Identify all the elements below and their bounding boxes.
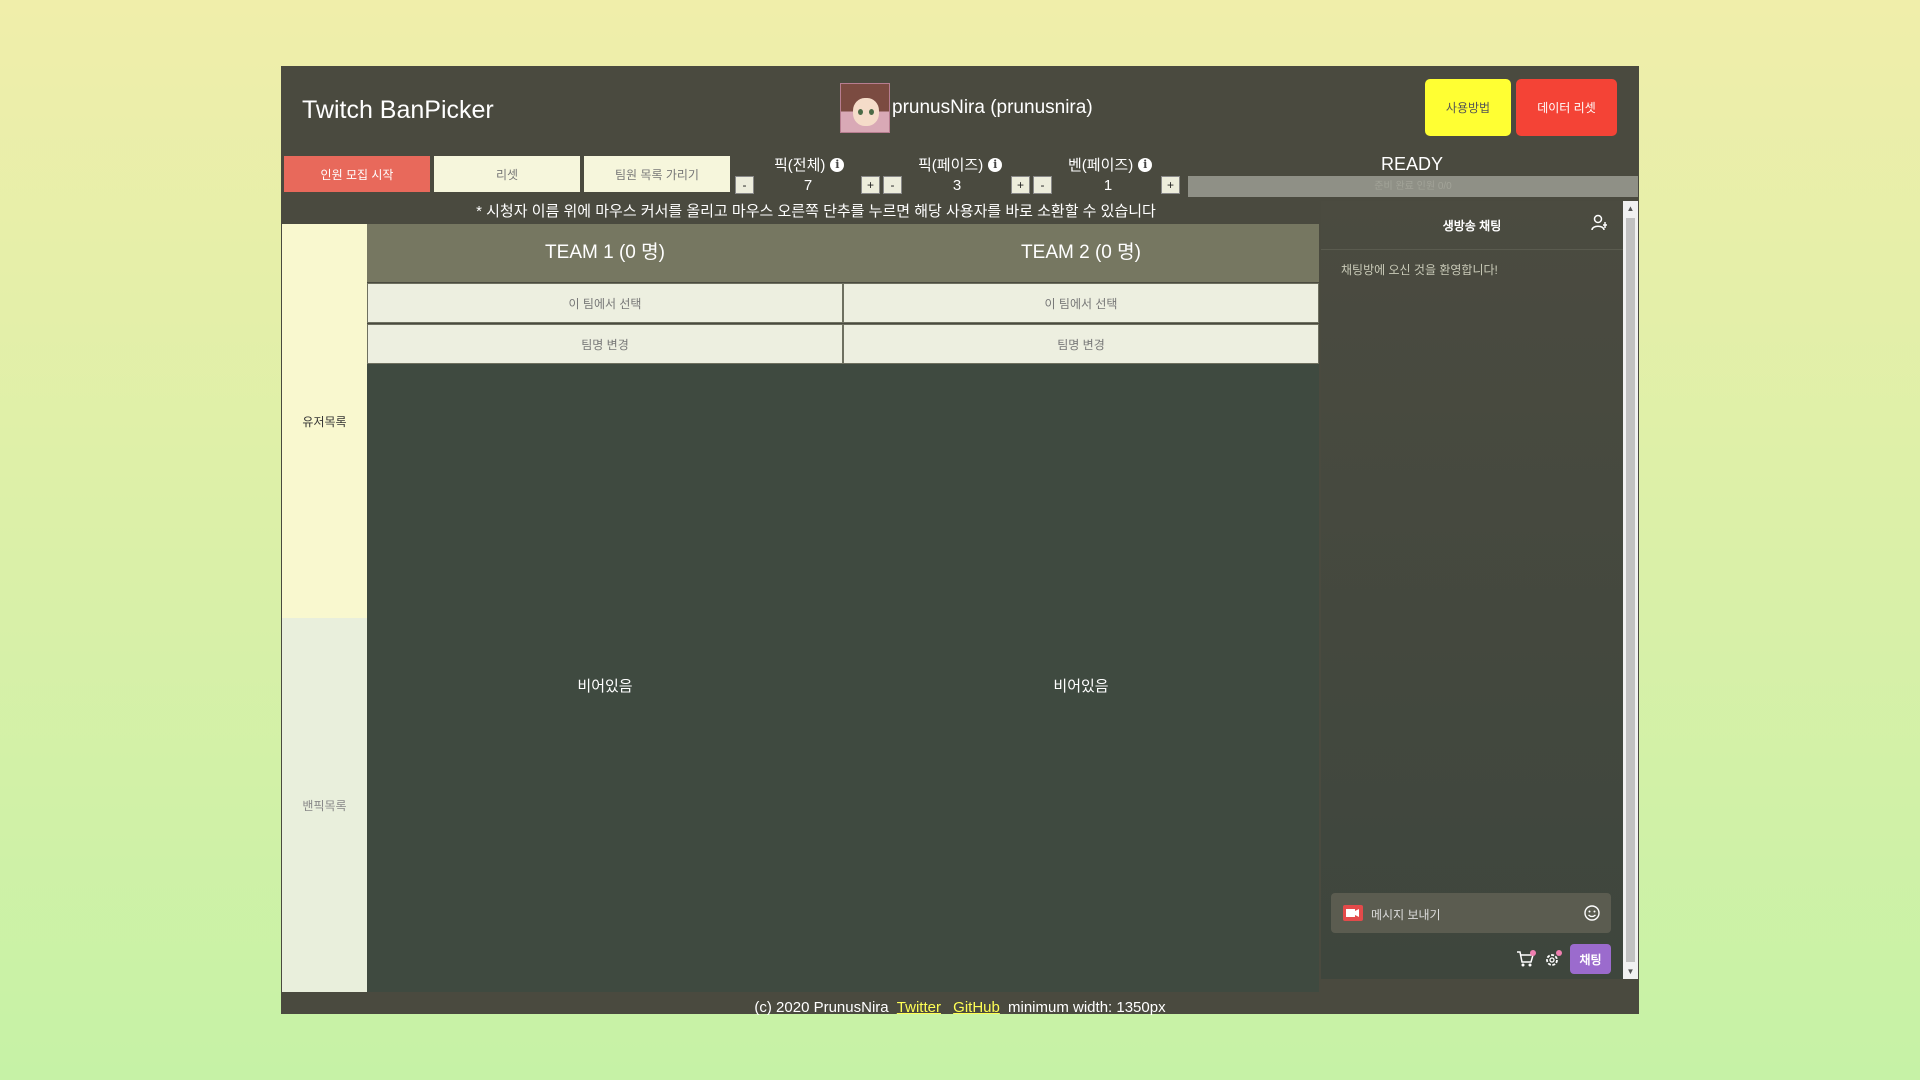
pick-total-value: 7: [803, 177, 813, 194]
help-button[interactable]: 사용방법: [1425, 79, 1511, 136]
team-1-empty-text: 비어있음: [577, 677, 633, 695]
chat-header: 생방송 채팅: [1321, 201, 1623, 250]
pick-phase-plus-button[interactable]: +: [1011, 176, 1030, 194]
emoji-icon[interactable]: [1583, 904, 1601, 927]
scroll-down-icon[interactable]: ▼: [1623, 964, 1638, 979]
chat-welcome-message: 채팅방에 오신 것을 환영합니다!: [1341, 263, 1498, 277]
pick-phase-minus-button[interactable]: -: [883, 176, 902, 194]
footer-copyright: (c) 2020 PrunusNira: [754, 999, 889, 1016]
ban-phase-label: 벤(페이즈) i: [1068, 154, 1153, 175]
avatar: [840, 83, 890, 133]
team-select-row: 이 팀에서 선택 이 팀에서 선택: [367, 283, 1319, 323]
ban-phase-minus-button[interactable]: -: [1033, 176, 1052, 194]
team-rename-row: 팀명 변경 팀명 변경: [367, 324, 1319, 364]
ready-progress-bar: 준비 완료 인원 0/0: [1188, 176, 1638, 197]
sidebar-user-list-label: 유저목록: [302, 414, 347, 429]
chat-panel: 생방송 채팅 채팅방에 오신 것을 환영합니다! 메시지 보내기 채팅: [1321, 201, 1623, 979]
info-icon[interactable]: i: [830, 157, 845, 172]
pick-phase-label: 픽(페이즈) i: [918, 154, 1003, 175]
chat-scrollbar[interactable]: ▲ ▼: [1623, 201, 1638, 979]
team-1-select-button[interactable]: 이 팀에서 선택: [367, 283, 843, 323]
team-2-title: TEAM 2 (0 명): [1021, 242, 1141, 263]
user-info: prunusNira (prunusnira): [840, 83, 1093, 133]
pick-total-plus-button[interactable]: +: [861, 176, 880, 194]
header: Twitch BanPicker prunusNira (prunusnira)…: [281, 66, 1639, 154]
chat-placeholder: 메시지 보내기: [1371, 908, 1441, 922]
video-camera-icon[interactable]: [1343, 905, 1363, 926]
app-title: Twitch BanPicker: [302, 96, 494, 124]
ready-label: READY: [1381, 154, 1444, 174]
teams-body: 비어있음 비어있음: [367, 364, 1319, 992]
teams-header: TEAM 1 (0 명) TEAM 2 (0 명): [367, 224, 1319, 282]
info-icon[interactable]: i: [1138, 157, 1153, 172]
team-1-title: TEAM 1 (0 명): [545, 242, 665, 263]
team-2-rename-button[interactable]: 팀명 변경: [843, 324, 1319, 364]
ban-phase-value: 1: [1103, 177, 1113, 194]
reset-data-button[interactable]: 데이터 리셋: [1516, 79, 1617, 136]
team-2-select-button[interactable]: 이 팀에서 선택: [843, 283, 1319, 323]
app-container: Twitch BanPicker prunusNira (prunusnira)…: [281, 66, 1639, 1016]
info-icon[interactable]: i: [988, 157, 1003, 172]
user-name: prunusNira (prunusnira): [892, 97, 1093, 118]
sidebar-user-list-tab[interactable]: 유저목록: [282, 224, 367, 618]
cart-icon[interactable]: [1516, 950, 1536, 973]
team-2-empty-text: 비어있음: [1053, 677, 1109, 695]
pick-phase-value: 3: [952, 177, 962, 194]
team-1-members: 비어있음: [367, 364, 843, 992]
start-recruit-button[interactable]: 인원 모집 시작: [284, 156, 430, 192]
team-2-members: 비어있음: [843, 364, 1319, 992]
footer-github-link[interactable]: GitHub: [953, 999, 1000, 1016]
gear-icon[interactable]: [1543, 950, 1563, 973]
users-icon[interactable]: [1591, 214, 1609, 237]
chat-title: 생방송 채팅: [1442, 219, 1502, 233]
scroll-up-icon[interactable]: ▲: [1623, 201, 1638, 216]
team-1-rename-button[interactable]: 팀명 변경: [367, 324, 843, 364]
footer-min-width: minimum width: 1350px: [1008, 999, 1166, 1016]
sidebar-banpick-list-label: 밴픽목록: [302, 798, 347, 813]
pick-total-minus-button[interactable]: -: [735, 176, 754, 194]
footer: (c) 2020 PrunusNira Twitter GitHub minim…: [281, 992, 1639, 1016]
pick-total-label: 픽(전체) i: [774, 154, 845, 175]
sidebar-banpick-list-tab[interactable]: 밴픽목록: [282, 618, 367, 992]
reset-button[interactable]: 리셋: [434, 156, 580, 192]
notice-text: * 시청자 이름 위에 마우스 커서를 올리고 마우스 오른쪽 단추를 누르면 …: [476, 203, 1156, 220]
scroll-thumb[interactable]: [1626, 218, 1635, 962]
chat-input[interactable]: 메시지 보내기: [1331, 893, 1611, 933]
hide-team-list-button[interactable]: 팀원 목록 가리기: [584, 156, 730, 192]
footer-twitter-link[interactable]: Twitter: [897, 999, 941, 1016]
ban-phase-plus-button[interactable]: +: [1161, 176, 1180, 194]
chat-send-button[interactable]: 채팅: [1570, 944, 1611, 974]
